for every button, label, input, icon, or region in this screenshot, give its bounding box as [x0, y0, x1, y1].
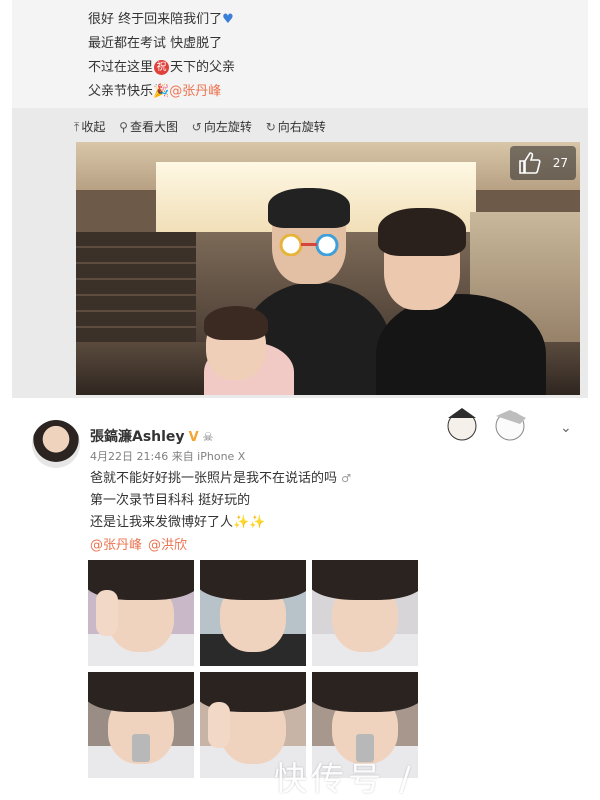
grid-photo[interactable] — [200, 560, 306, 666]
person-son-hair — [378, 208, 466, 256]
avatar[interactable] — [32, 420, 80, 468]
like-button[interactable]: 27 — [510, 146, 576, 180]
sparkle-icon: ✨✨ — [233, 515, 266, 530]
anime-sticker-icon — [447, 408, 526, 441]
rotate-left-button[interactable]: ↺ 向左旋转 — [192, 118, 252, 135]
watermark: 快传号 / — [274, 759, 415, 798]
rotate-left-icon: ↺ — [191, 120, 202, 134]
grid-photo-hair — [312, 672, 418, 712]
grid-photo-hair — [88, 672, 194, 712]
post-meta: 4月22日 21:46 来自 iPhone X — [90, 450, 246, 463]
post1-text: 很好 终于回来陪我们了♥ 最近都在考试 快虚脱了 不过在这里祝天下的父亲 父亲节… — [88, 8, 235, 104]
thumbs-up-icon — [519, 152, 541, 174]
post1-line-4: 父亲节快乐🎉@张丹峰 — [88, 84, 222, 99]
skull-badge-icon: ☠ — [202, 430, 214, 444]
mention-link[interactable]: @张丹峰 — [90, 538, 142, 553]
grid-photo-phone — [132, 734, 150, 762]
mention-link[interactable]: @洪欣 — [148, 538, 187, 553]
up-arrow-icon: ⤒ — [74, 120, 80, 134]
post2-text: 爸就不能好好挑一张照片是我不在说话的吗 ♂ 第一次录节目科科 挺好玩的 还是让我… — [90, 468, 351, 534]
post2-line-3: 还是让我来发微博好了人✨✨ — [90, 515, 266, 530]
like-count: 27 — [552, 156, 568, 170]
rotate-right-icon: ↻ — [265, 120, 276, 134]
collapse-button[interactable]: ⤒ 收起 — [74, 118, 105, 135]
post2-line-2: 第一次录节目科科 挺好玩的 — [90, 493, 251, 508]
post1-line-2: 最近都在考试 快虚脱了 — [88, 36, 223, 51]
rotate-right-button[interactable]: ↻ 向右旋转 — [266, 118, 326, 135]
party-popper-icon: 🎉 — [153, 84, 170, 99]
zoom-icon: ⚲ — [119, 120, 128, 134]
blue-heart-icon: ♥ — [222, 12, 234, 27]
grid-photo-hair — [200, 560, 306, 600]
post1-text-panel: 很好 终于回来陪我们了♥ 最近都在考试 快虚脱了 不过在这里祝天下的父亲 父亲节… — [12, 0, 588, 108]
grid-photo-hand — [96, 590, 118, 636]
grid-photo[interactable] — [312, 560, 418, 666]
mention-link[interactable]: @张丹峰 — [169, 84, 221, 99]
post2-mentions: @张丹峰 @洪欣 — [90, 534, 193, 553]
person-girl-hair — [204, 306, 268, 340]
post2-line-1: 爸就不能好好挑一张照片是我不在说话的吗 ♂ — [90, 471, 352, 486]
image-toolbar: ⤒ 收起 ⚲ 查看大图 ↺ 向左旋转 ↻ 向右旋转 — [74, 118, 336, 135]
username-link[interactable]: 張鎬濂Ashley V ☠ — [90, 426, 213, 446]
grid-photo[interactable] — [88, 560, 194, 666]
person-father-hair — [268, 188, 350, 228]
post2-card: 張鎬濂Ashley V ☠ 4月22日 21:46 来自 iPhone X ⌄ 爸就… — [12, 402, 588, 800]
post1-line-1: 很好 终于回来陪我们了♥ — [88, 12, 234, 27]
male-symbol-icon: ♂ — [341, 472, 352, 485]
verified-badge-icon: V — [188, 430, 199, 445]
main-photo[interactable]: 27 — [76, 142, 580, 395]
view-large-button[interactable]: ⚲ 查看大图 — [119, 118, 178, 135]
grid-photo-hair — [312, 560, 418, 600]
photo-shelf — [76, 232, 196, 352]
grid-photo[interactable] — [88, 672, 194, 778]
party-glasses-icon — [279, 234, 339, 256]
chevron-down-icon[interactable]: ⌄ — [560, 420, 572, 436]
post1-line-3: 不过在这里祝天下的父亲 — [88, 60, 236, 75]
zhu-emoji-icon: 祝 — [154, 60, 170, 75]
grid-photo-hand — [208, 702, 230, 748]
